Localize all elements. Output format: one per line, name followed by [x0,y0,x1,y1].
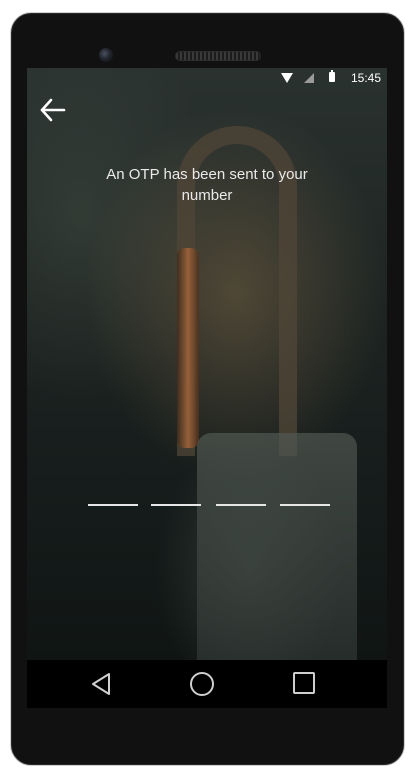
status-bar: 15:45 [27,68,387,88]
front-camera [99,48,113,62]
otp-digit-3[interactable] [216,486,266,506]
navigation-bar [27,660,387,708]
otp-digit-2[interactable] [151,486,201,506]
background-rust [177,248,199,448]
arrow-left-icon[interactable] [39,96,67,124]
wifi-icon [281,73,293,83]
otp-digit-4[interactable] [280,486,330,506]
background-padlock-body [197,433,357,660]
otp-message: An OTP has been sent to your number [106,166,308,204]
otp-digit-1[interactable] [88,486,138,506]
square-recents-icon[interactable] [293,672,315,694]
battery-icon [329,70,335,82]
otp-input-row [88,486,332,506]
earpiece-speaker [175,51,261,61]
status-time: 15:45 [351,71,382,85]
triangle-back-icon[interactable] [90,672,112,696]
circle-home-icon[interactable] [190,672,214,696]
signal-icon [304,73,314,83]
otp-screen: 15:45 An OTP has been sent to your numbe… [27,68,387,660]
